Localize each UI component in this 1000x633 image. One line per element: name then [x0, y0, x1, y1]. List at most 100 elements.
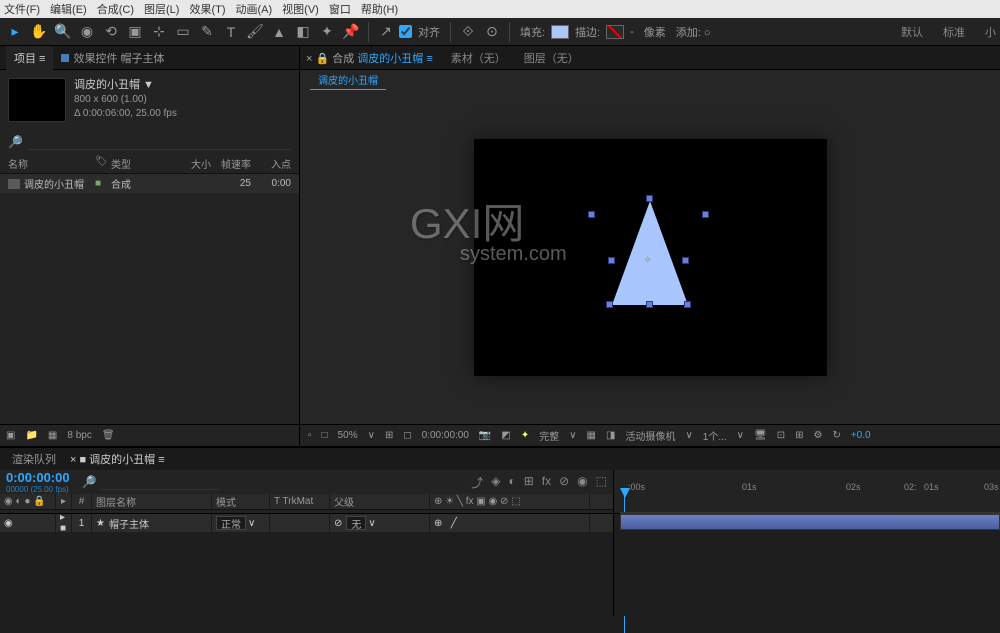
time-ruler[interactable]: :00s 01s 02s 02: 01s 03s	[614, 470, 1000, 494]
mb-icon[interactable]: ⊘	[559, 474, 569, 491]
new-comp-icon[interactable]: ▦	[48, 430, 57, 441]
menu-edit[interactable]: 编辑(E)	[50, 1, 87, 17]
timecode[interactable]: 0:00:00:00	[6, 470, 70, 485]
time-display[interactable]: 0:00:00:00	[422, 430, 469, 441]
col-layer-name[interactable]: 图层名称	[92, 494, 212, 509]
interpret-icon[interactable]: ▣	[6, 430, 15, 441]
menu-comp[interactable]: 合成(C)	[97, 1, 134, 17]
menu-window[interactable]: 窗口	[329, 1, 351, 17]
mask-icon[interactable]: ◻	[403, 430, 411, 441]
channel-icon[interactable]: ◩	[501, 430, 510, 441]
zoom-dropdown[interactable]: 50%	[338, 430, 358, 441]
viewer-tab-comp[interactable]: × 🔒 合成 调皮的小丑帽 ≡	[306, 50, 433, 66]
layer-switches[interactable]: ⊕ ╱	[430, 514, 590, 532]
handle-ml[interactable]	[608, 257, 615, 264]
tab-effects[interactable]: 效果控件 帽子主体	[53, 46, 172, 70]
add-label[interactable]: 添加: ○	[676, 24, 711, 40]
stamp-tool-icon[interactable]: ▲	[268, 21, 290, 43]
anchor-point-icon[interactable]: ✧	[644, 255, 654, 265]
handle-bl[interactable]	[606, 301, 613, 308]
ws-default[interactable]: 默认	[901, 24, 923, 40]
col-mode[interactable]: 模式	[212, 494, 270, 509]
res-dropdown[interactable]: 完整	[539, 428, 559, 443]
puppet-tool-icon[interactable]: 📌	[340, 21, 362, 43]
selection-tool-icon[interactable]: ▸	[4, 21, 26, 43]
snap-icon[interactable]: ⟐	[457, 21, 479, 43]
comp-icon[interactable]: ◈	[491, 474, 500, 491]
trash-icon[interactable]: 🗑	[102, 430, 115, 441]
views-dropdown[interactable]: 1个...	[703, 428, 727, 443]
handle-top[interactable]	[646, 195, 653, 202]
layer-row[interactable]: ◉ ▸ ■ 1 ★ 帽子主体 正常∨ ⊘ 无∨ ⊕ ╱	[0, 514, 613, 532]
menu-help[interactable]: 帮助(H)	[361, 1, 398, 17]
comp-name[interactable]: 调皮的小丑帽 ▼	[74, 78, 177, 93]
layer-av[interactable]: ◉	[0, 514, 56, 532]
viewport[interactable]: ✧ GXI网 system.com	[300, 90, 1000, 424]
layer-expand[interactable]: ▸ ■	[56, 514, 72, 532]
rotate-tool-icon[interactable]: ⟲	[100, 21, 122, 43]
menu-file[interactable]: 文件(F)	[4, 1, 40, 17]
handle-tr[interactable]	[702, 211, 709, 218]
fx-icon[interactable]: fx	[542, 474, 551, 491]
eraser-tool-icon[interactable]: ◧	[292, 21, 314, 43]
viewer-tab-layer[interactable]: 图层（无）	[524, 50, 579, 66]
mag-icon[interactable]: ▫	[308, 430, 312, 441]
zoom-tool-icon[interactable]: 🔍	[52, 21, 74, 43]
text-tool-icon[interactable]: T	[220, 21, 242, 43]
layer-bar[interactable]	[620, 514, 1000, 530]
3d-icon[interactable]: ⬚	[596, 474, 607, 491]
blur-icon[interactable]: ◐	[508, 474, 515, 491]
ws-small[interactable]: 小	[985, 24, 996, 40]
bpc-label[interactable]: 8 bpc	[67, 430, 91, 441]
exposure[interactable]: +0.0	[851, 430, 871, 441]
orbit-tool-icon[interactable]: ◉	[76, 21, 98, 43]
snap2-icon[interactable]: ⊙	[481, 21, 503, 43]
col-trkmat[interactable]: T TrkMat	[270, 494, 330, 509]
grid-icon[interactable]: ⊞	[385, 430, 393, 441]
local-axis-icon[interactable]: ↗	[375, 21, 397, 43]
timeline-search-input[interactable]	[100, 474, 220, 490]
camera-tool-icon[interactable]: ▣	[124, 21, 146, 43]
handle-tl[interactable]	[588, 211, 595, 218]
tab-render-queue[interactable]: 渲染队列	[12, 451, 56, 467]
timeline-tracks[interactable]	[614, 514, 1000, 616]
anchor-tool-icon[interactable]: ⊹	[148, 21, 170, 43]
menu-layer[interactable]: 图层(L)	[144, 1, 179, 17]
v-icon[interactable]: 🖥	[754, 430, 767, 441]
handle-bm[interactable]	[646, 301, 653, 308]
col-fps[interactable]: 帧速率	[211, 156, 251, 171]
brush-tool-icon[interactable]: 🖌	[244, 21, 266, 43]
menu-anim[interactable]: 动画(A)	[236, 1, 273, 17]
roto-tool-icon[interactable]: ✦	[316, 21, 338, 43]
adj-icon[interactable]: ◉	[577, 474, 587, 491]
col-size[interactable]: 大小	[171, 156, 211, 171]
menu-effect[interactable]: 效果(T)	[189, 1, 225, 17]
tab-project[interactable]: 项目 ≡	[6, 46, 53, 70]
layer-mode[interactable]: 正常∨	[212, 514, 270, 532]
col-in[interactable]: 入点	[251, 156, 291, 171]
stroke-swatch[interactable]	[606, 25, 624, 39]
v-icon2[interactable]: ⊡	[777, 430, 785, 441]
folder-icon[interactable]: 📁	[25, 430, 37, 441]
tag-icon[interactable]: 🏷	[95, 156, 111, 171]
col-parent[interactable]: 父级	[330, 494, 430, 509]
graph-icon[interactable]: ⊞	[524, 474, 534, 491]
layer-trkmat[interactable]	[270, 514, 330, 532]
project-search-input[interactable]	[27, 134, 291, 150]
col-name[interactable]: 名称	[8, 156, 95, 171]
res-icon[interactable]: □	[322, 430, 328, 441]
comp-thumbnail[interactable]	[8, 78, 66, 122]
shape-tool-icon[interactable]: ▭	[172, 21, 194, 43]
canvas[interactable]: ✧	[474, 139, 827, 376]
ws-standard[interactable]: 标准	[943, 24, 965, 40]
menu-view[interactable]: 视图(V)	[282, 1, 319, 17]
v-icon4[interactable]: ⚙	[813, 430, 822, 441]
fill-swatch[interactable]	[551, 25, 569, 39]
camera-dropdown[interactable]: 活动摄像机	[625, 428, 675, 443]
pen-tool-icon[interactable]: ✎	[196, 21, 218, 43]
refresh-icon[interactable]: ↻	[832, 430, 840, 441]
handle-mr[interactable]	[682, 257, 689, 264]
tab-comp-timeline[interactable]: × ■ 调皮的小丑帽 ≡	[70, 451, 165, 467]
col-type[interactable]: 类型	[111, 156, 171, 171]
triangle-shape[interactable]: ✧	[612, 201, 688, 305]
